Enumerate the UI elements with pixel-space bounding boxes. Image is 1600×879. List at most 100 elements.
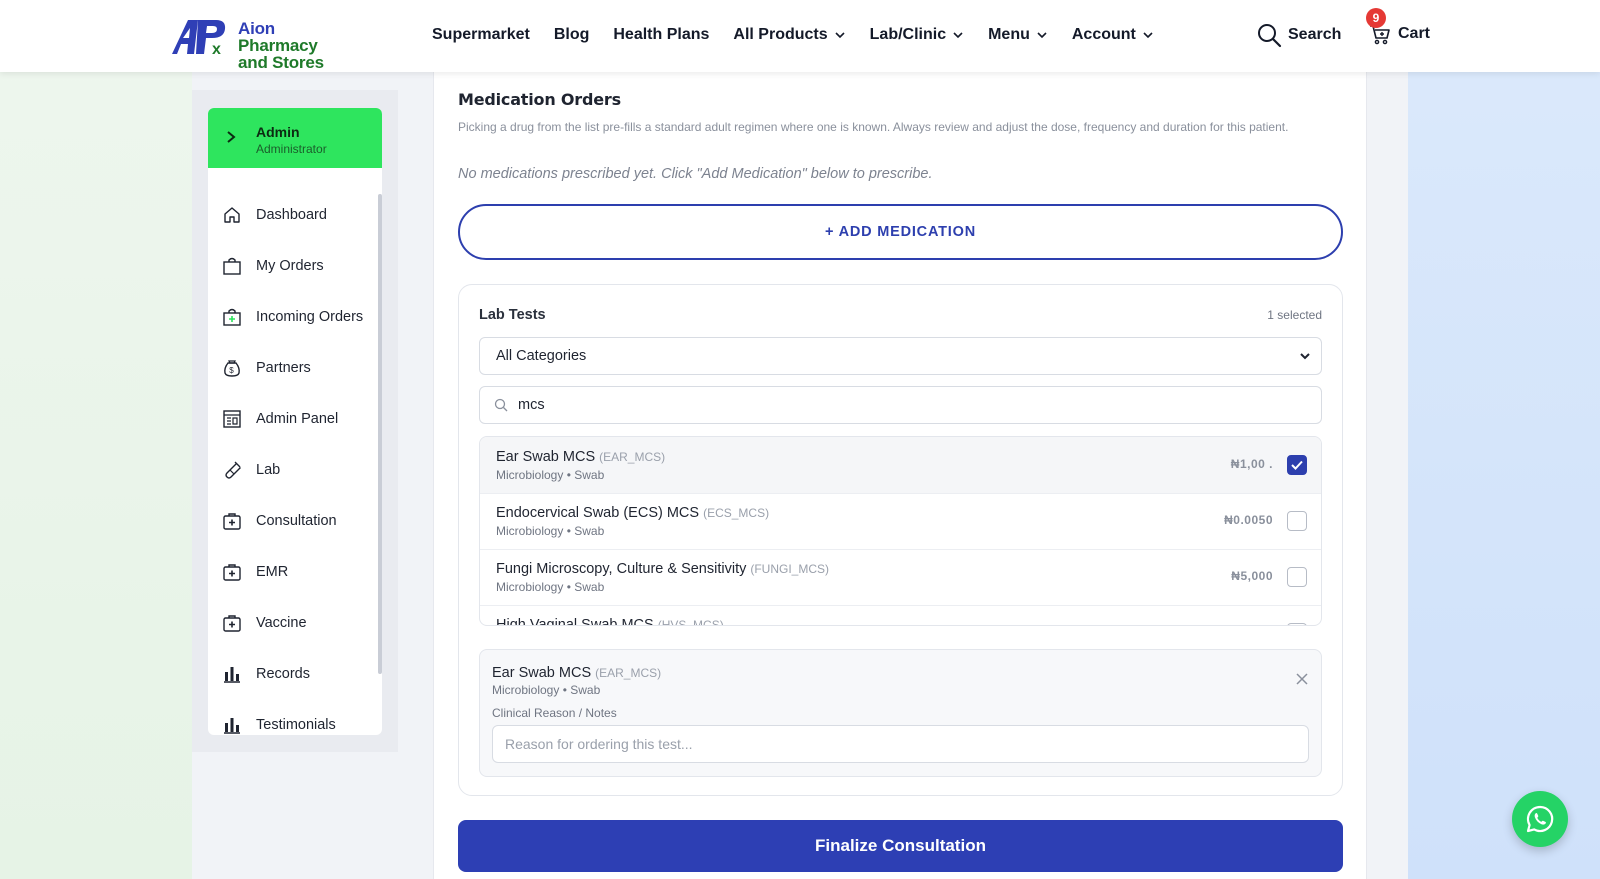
test-price: ₦5,000 [1231,569,1273,583]
cart-count-badge: 9 [1366,8,1386,28]
search-icon [1258,24,1282,48]
chevron-down-icon [953,32,963,39]
sidebar-item-my-orders[interactable]: My Orders [222,253,324,279]
nav-all-products[interactable]: All Products [733,26,845,44]
medical-kit-icon [223,564,241,581]
list-item[interactable]: Endocervical Swab (ECS) MCS (ECS_MCS) Mic… [480,493,1321,550]
sidebar-item-records[interactable]: Records [222,661,310,687]
add-medication-button[interactable]: + ADD MEDICATION [458,204,1343,260]
test-tube-icon [225,461,241,479]
sidebar-item-vaccine[interactable]: Vaccine [222,610,307,636]
close-icon[interactable] [1295,672,1309,686]
page-background-right [1408,0,1600,879]
test-name: High Vaginal Swab MCS [496,617,654,626]
test-code: (FUNGI_MCS) [750,562,830,576]
sidebar-item-incoming-orders[interactable]: Incoming Orders [222,304,363,330]
test-name: Endocervical Swab (ECS) MCS [496,505,700,521]
chevron-right-icon [227,131,236,143]
chevron-down-icon [1037,32,1047,39]
test-checkbox[interactable] [1287,455,1307,475]
sidebar-scrollbar[interactable] [378,194,382,674]
list-item[interactable]: Fungi Microscopy, Culture & Sensitivity(… [480,549,1321,606]
user-card[interactable]: Admin Administrator [208,108,382,168]
test-checkbox[interactable] [1287,623,1307,625]
bar-chart-icon [224,718,240,734]
bag-plus-icon [223,308,241,326]
medical-kit-icon [223,615,241,632]
nav-account[interactable]: Account [1072,26,1154,44]
test-code: (ECS_MCS) [703,506,770,520]
search-button[interactable]: Search [1256,22,1341,48]
svg-text:x: x [212,41,221,56]
logo-mark-icon: x [172,20,226,56]
test-category: Microbiology • Swab [496,580,605,594]
selected-test-name: Ear Swab MCS [492,665,592,681]
bar-chart-icon [224,667,240,683]
selected-test-card: Ear Swab MCS (EAR_MCS) Microbiology • Swa… [479,649,1322,777]
test-code: (EAR_MCS) [599,450,666,464]
home-icon [224,207,240,223]
selected-test-category: Microbiology • Swab [492,683,601,697]
clinical-reason-input[interactable] [492,725,1309,763]
brand-name: Aion Pharmacy and Stores [238,19,324,72]
panel-icon [223,410,241,428]
sidebar-item-consultation[interactable]: Consultation [222,508,337,534]
medication-empty-state: No medications prescribed yet. Click "Ad… [458,166,933,182]
test-category: Microbiology • Swab [496,468,605,482]
cart-button[interactable]: 9 Cart [1366,8,1431,46]
lab-search-value: mcs [518,397,545,413]
money-bag-icon: $ [224,360,240,377]
sidebar-item-partners[interactable]: $ Partners [222,355,311,381]
test-price: ₦1,00 . [1230,457,1273,471]
test-code: (HVS_MCS) [657,618,724,626]
lab-search-input[interactable]: mcs [479,386,1322,424]
test-checkbox[interactable] [1287,511,1307,531]
medication-orders-title: Medication Orders [458,90,621,109]
sidebar-item-emr[interactable]: EMR [222,559,288,585]
lab-tests-panel: Lab Tests 1 selected All Categories mcs … [458,284,1343,796]
search-icon [494,398,508,412]
nav-health-plans[interactable]: Health Plans [613,26,709,44]
top-header: x Aion Pharmacy and Stores Supermarket B… [0,0,1600,72]
nav-lab-clinic[interactable]: Lab/Clinic [870,26,964,44]
user-name: Admin [256,124,300,140]
sidebar: Admin Administrator Dashboard My Orders … [208,108,382,735]
sidebar-item-testimonials[interactable]: Testimonials [222,712,336,735]
test-checkbox[interactable] [1287,567,1307,587]
lab-selected-count: 1 selected [1267,308,1322,322]
category-select-value: All Categories [496,348,587,364]
category-select[interactable]: All Categories [479,337,1322,375]
lab-results-list[interactable]: Ear Swab MCS (EAR_MCS) Microbiology • Swa… [479,436,1322,626]
search-label: Search [1288,26,1342,43]
clinical-reason-label: Clinical Reason / Notes [492,706,617,720]
medication-orders-hint: Picking a drug from the list pre-fills a… [458,120,1289,134]
selected-test-code: (EAR_MCS) [595,666,662,680]
brand-logo[interactable]: x Aion Pharmacy and Stores [168,14,358,71]
main-nav: Supermarket Blog Health Plans All Produc… [432,26,1178,44]
nav-supermarket[interactable]: Supermarket [432,26,530,44]
sidebar-item-admin-panel[interactable]: Admin Panel [222,406,338,432]
svg-text:$: $ [229,366,234,375]
bag-icon [223,257,241,275]
whatsapp-icon [1526,805,1554,833]
user-role: Administrator [256,142,327,156]
lab-tests-title: Lab Tests [479,307,546,323]
chevron-down-icon [1300,353,1310,360]
whatsapp-chat-button[interactable] [1512,791,1568,847]
list-item[interactable]: High Vaginal Swab MCS (HVS_MCS) [480,605,1321,626]
test-category: Microbiology • Swab [496,524,605,538]
medical-kit-icon [223,513,241,530]
check-icon [1291,460,1303,470]
page-background-left [0,0,192,879]
nav-blog[interactable]: Blog [554,26,590,44]
sidebar-item-dashboard[interactable]: Dashboard [222,202,327,228]
nav-menu[interactable]: Menu [988,26,1048,44]
cart-label: Cart [1398,25,1431,42]
test-name: Ear Swab MCS [496,449,596,465]
sidebar-item-lab[interactable]: Lab [222,457,280,483]
finalize-consultation-button[interactable]: Finalize Consultation [458,820,1343,872]
test-name: Fungi Microscopy, Culture & Sensitivity [496,561,747,577]
test-price: ₦0.0050 [1224,513,1273,527]
chevron-down-icon [1143,32,1153,39]
list-item[interactable]: Ear Swab MCS (EAR_MCS) Microbiology • Swa… [480,437,1321,494]
